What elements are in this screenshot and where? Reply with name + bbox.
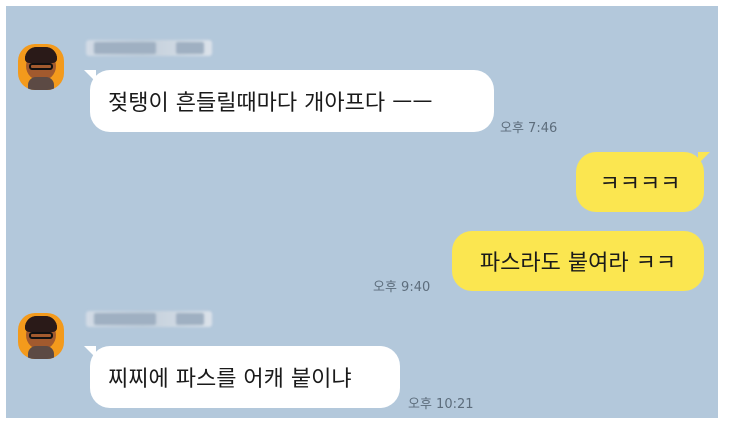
sender-name-blurred [86, 40, 212, 56]
message-bubble-incoming[interactable]: 찌찌에 파스를 어캐 붙이냐 [90, 346, 400, 408]
message-text: 젖탱이 흔들릴때마다 개아프다 ㅡㅡ [108, 91, 433, 116]
message-bubble-incoming[interactable]: 젖탱이 흔들릴때마다 개아프다 ㅡㅡ [90, 70, 494, 132]
avatar-body [28, 77, 54, 90]
message-timestamp: 오후 7:46 [500, 121, 558, 136]
sender-name-blurred [86, 311, 212, 327]
message-text: 파스라도 붙여라 ㅋㅋ [479, 251, 677, 276]
message-timestamp: 오후 9:40 [373, 280, 431, 295]
sender-avatar[interactable] [18, 313, 64, 359]
avatar-glasses [29, 63, 53, 70]
avatar-hair-front [25, 316, 57, 332]
avatar-hair-front [25, 47, 57, 63]
message-timestamp: 오후 10:21 [408, 397, 474, 412]
bubble-tail [698, 152, 710, 164]
message-bubble-outgoing[interactable]: ㅋㅋㅋㅋ [576, 152, 704, 212]
message-bubble-outgoing[interactable]: 파스라도 붙여라 ㅋㅋ [452, 231, 704, 291]
message-text: ㅋㅋㅋㅋ [599, 172, 681, 197]
chat-room: 젖탱이 흔들릴때마다 개아프다 ㅡㅡ 오후 7:46 ㅋㅋㅋㅋ 파스라도 붙여라… [6, 6, 718, 418]
message-text: 찌찌에 파스를 어캐 붙이냐 [108, 367, 352, 392]
sender-avatar[interactable] [18, 44, 64, 90]
avatar-glasses [29, 332, 53, 339]
avatar-body [28, 346, 54, 359]
